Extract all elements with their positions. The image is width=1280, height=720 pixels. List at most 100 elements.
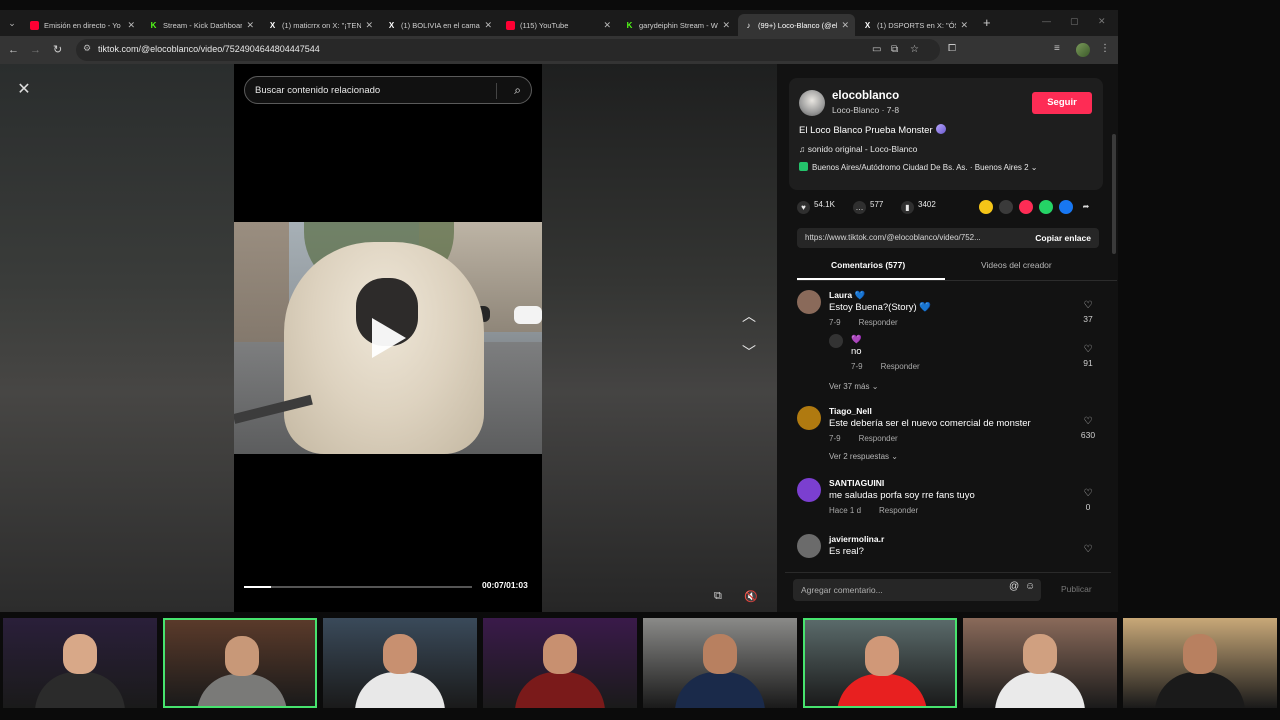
creator-name[interactable]: elocoblanco: [832, 90, 899, 102]
reply-button[interactable]: Responder: [879, 506, 918, 515]
browser-tab[interactable]: X (1) BOLIVIA en el camar ✕: [381, 14, 498, 36]
comment-avatar[interactable]: [797, 534, 821, 558]
browser-tab[interactable]: X (1) DSPORTS en X: "ÓS ✕: [857, 14, 974, 36]
maximize-icon[interactable]: ▢: [1070, 16, 1079, 27]
browser-tab[interactable]: Kgarydeiphin Stream - W ✕: [619, 14, 736, 36]
address-url[interactable]: tiktok.com/@elocoblanco/video/7524904644…: [98, 44, 320, 54]
back-icon[interactable]: ←: [8, 42, 19, 58]
whatsapp-icon[interactable]: [1039, 200, 1053, 214]
comment-like-icon[interactable]: ♡: [1081, 416, 1095, 427]
video-progress-bar[interactable]: [244, 586, 472, 588]
tab-close-icon[interactable]: ✕: [127, 20, 135, 31]
reply-button[interactable]: Responder: [859, 318, 898, 327]
previous-video-icon[interactable]: ︿: [742, 306, 756, 326]
tab-close-icon[interactable]: ✕: [722, 20, 730, 31]
media-icon[interactable]: ≡: [1054, 43, 1060, 54]
reply-like-icon[interactable]: ♡: [1081, 344, 1095, 355]
tab-close-icon[interactable]: ✕: [365, 20, 373, 31]
browser-tab[interactable]: ♪ (99+) Loco-Blanco (@el ✕: [738, 14, 855, 36]
play-icon[interactable]: [372, 318, 406, 358]
save-action[interactable]: ▮ 3402: [901, 200, 936, 214]
comment-username[interactable]: SANTIAGUINI: [829, 478, 884, 488]
comment-avatar[interactable]: [797, 290, 821, 314]
reply-button[interactable]: Responder: [881, 362, 920, 371]
emoji-picker-icon[interactable]: ☺: [1025, 581, 1035, 592]
related-search-input[interactable]: Buscar contenido relacionado ⌕: [244, 76, 532, 104]
mute-icon[interactable]: 🔇: [744, 590, 758, 603]
comment-avatar[interactable]: [797, 478, 821, 502]
comment-username[interactable]: Laura 💙: [829, 290, 865, 301]
picture-in-picture-icon[interactable]: ⧉: [714, 590, 722, 603]
tab-close-icon[interactable]: ✕: [246, 20, 254, 31]
comment-username[interactable]: javiermolina.r: [829, 534, 884, 544]
browser-tab[interactable]: (115) YouTube ✕: [500, 14, 617, 36]
minimize-icon[interactable]: —: [1042, 16, 1051, 26]
tab-close-icon[interactable]: ✕: [603, 20, 611, 31]
reload-icon[interactable]: ↻: [53, 42, 62, 58]
extensions-icon[interactable]: ⧠: [948, 43, 956, 54]
follow-button[interactable]: Seguir: [1032, 92, 1092, 114]
next-video-icon[interactable]: ﹀: [742, 342, 756, 362]
tab-close-icon[interactable]: ✕: [841, 20, 849, 31]
comment-action[interactable]: … 577: [853, 200, 883, 214]
browser-tab[interactable]: K Stream - Kick Dashboard ✕: [143, 14, 260, 36]
reply-like-count: 91: [1083, 358, 1093, 368]
video-link[interactable]: https://www.tiktok.com/@elocoblanco/vide…: [805, 233, 981, 242]
panel-scrollbar[interactable]: [1112, 134, 1116, 254]
comment-bar: Agregar comentario... @ ☺ Publicar: [785, 572, 1111, 602]
forward-icon[interactable]: →: [30, 42, 41, 58]
emoji-icon: [935, 124, 946, 134]
view-replies[interactable]: Ver 2 respuestas ⌄: [829, 452, 898, 461]
share-arrow-icon[interactable]: ➦: [1079, 200, 1093, 214]
comment-like-count: 0: [1085, 502, 1091, 512]
comment-like-icon[interactable]: ♡: [1081, 488, 1095, 499]
new-tab-button[interactable]: +: [983, 15, 991, 30]
site-info-icon[interactable]: ⚙: [83, 43, 91, 54]
bookmark-star-icon[interactable]: ☆: [910, 44, 919, 55]
reply-button[interactable]: Responder: [859, 434, 898, 443]
translate-icon[interactable]: ⧉: [891, 44, 898, 55]
mention-icon[interactable]: @: [1009, 581, 1019, 592]
browser-tab[interactable]: X (1) maticrrx on X: "¡TEN ✕: [262, 14, 379, 36]
tab-search-icon[interactable]: ⌄: [4, 15, 20, 31]
location-link[interactable]: Buenos Aires/Autódromo Ciudad De Bs. As.…: [799, 162, 1038, 172]
blurred-background-right: [542, 64, 777, 612]
comment-like-icon[interactable]: ♡: [1081, 300, 1095, 311]
comment-text: me saludas porfa soy rre fans tuyo: [829, 490, 975, 501]
comment-avatar[interactable]: [797, 406, 821, 430]
like-action[interactable]: ♥ 54.1K: [797, 200, 835, 214]
tab-close-icon[interactable]: ✕: [484, 20, 492, 31]
reply-avatar[interactable]: [829, 334, 843, 348]
tab-creator-videos[interactable]: Videos del creador: [981, 260, 1052, 270]
reply-username[interactable]: 💜: [851, 334, 862, 345]
comment-text: Este debería ser el nuevo comercial de m…: [829, 418, 1031, 429]
creator-avatar[interactable]: [799, 90, 825, 116]
video-frame[interactable]: [234, 222, 542, 454]
view-more-replies[interactable]: Ver 37 más ⌄: [829, 382, 878, 391]
heart-icon: ♥: [797, 201, 810, 214]
close-video-icon[interactable]: ✕: [14, 80, 34, 100]
webcam-feed: [963, 618, 1117, 708]
youtube-icon: [506, 20, 515, 30]
browser-tab[interactable]: Emisión en directo - Yo ✕: [24, 14, 141, 36]
coin-icon[interactable]: [979, 200, 993, 214]
comment-username[interactable]: Tiago_Nell: [829, 406, 872, 416]
browser-menu-icon[interactable]: ⋮: [1100, 43, 1110, 54]
comment-like-icon[interactable]: ♡: [1081, 544, 1095, 555]
window-close-icon[interactable]: ✕: [1098, 16, 1106, 27]
embed-icon[interactable]: [999, 200, 1013, 214]
tab-title: Stream - Kick Dashboard: [163, 20, 243, 30]
comment-input[interactable]: Agregar comentario...: [793, 579, 1041, 601]
copy-link-button[interactable]: Copiar enlace: [1035, 233, 1091, 243]
address-bar[interactable]: ⚙ tiktok.com/@elocoblanco/video/75249046…: [76, 39, 940, 61]
tab-close-icon[interactable]: ✕: [960, 20, 968, 31]
cast-icon[interactable]: ▭: [872, 44, 881, 55]
music-link[interactable]: ♫ sonido original - Loco-Blanco: [799, 144, 917, 154]
profile-avatar[interactable]: [1076, 43, 1090, 57]
facebook-icon[interactable]: [1059, 200, 1073, 214]
send-icon[interactable]: [1019, 200, 1033, 214]
publish-button[interactable]: Publicar: [1061, 584, 1092, 594]
search-icon[interactable]: ⌕: [514, 83, 521, 98]
tab-comments[interactable]: Comentarios (577): [831, 260, 905, 270]
video-player[interactable]: Buscar contenido relacionado ⌕ 00:07/01:…: [234, 64, 542, 612]
